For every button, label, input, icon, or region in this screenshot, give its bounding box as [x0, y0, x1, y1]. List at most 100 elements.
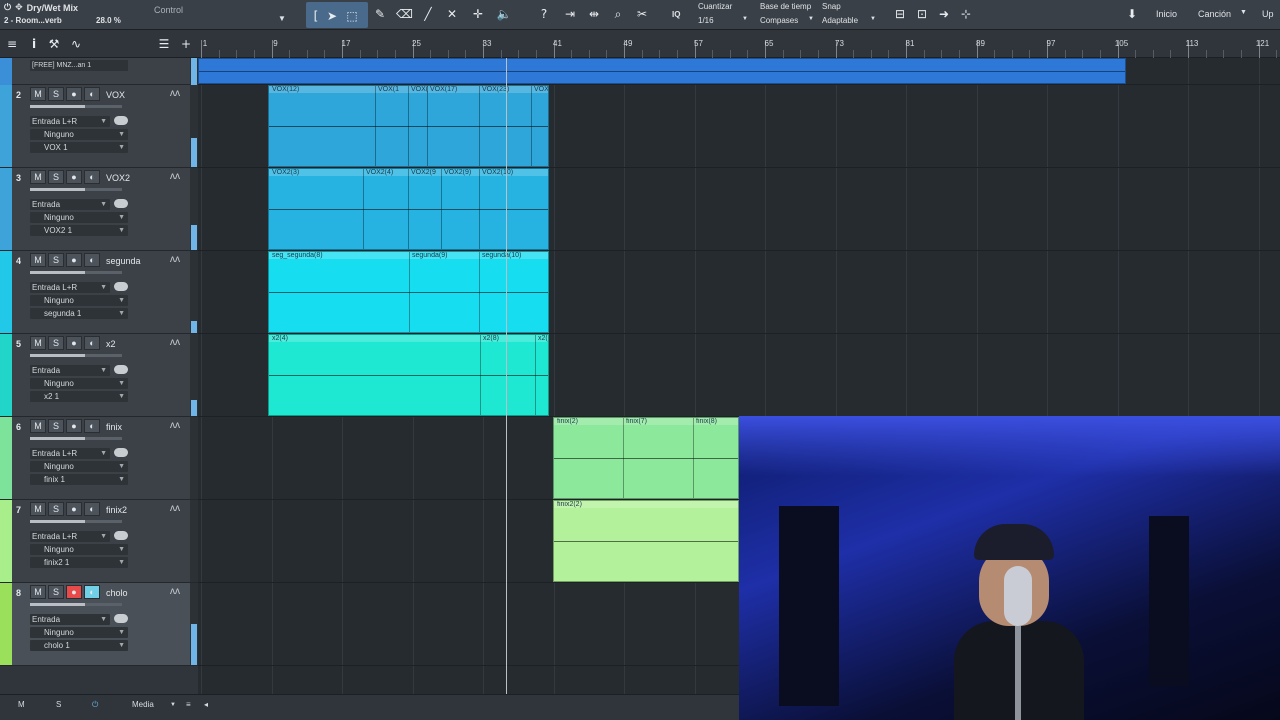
waveform-icon[interactable]: ʌʌ: [170, 420, 180, 431]
input-select[interactable]: Entrada L+R ▼: [30, 448, 110, 459]
solo-button[interactable]: S: [48, 336, 64, 350]
eraser-tool-icon[interactable]: ⌫: [396, 6, 413, 22]
monitor-toggle-icon[interactable]: [114, 365, 128, 374]
chevron-down-icon[interactable]: ▼: [742, 16, 748, 22]
media-select[interactable]: Media: [132, 700, 154, 709]
layer-select[interactable]: cholo 1 ▼: [30, 640, 128, 651]
loop-icon[interactable]: ⇥: [562, 6, 578, 22]
zoom-icon[interactable]: ⌕: [610, 6, 626, 22]
event-split[interactable]: [427, 86, 428, 166]
chevron-down-icon[interactable]: ▼: [808, 16, 814, 22]
track-name[interactable]: cholo: [106, 588, 128, 598]
mute-button[interactable]: M: [30, 585, 46, 599]
input-select[interactable]: Entrada ▼: [30, 365, 110, 376]
track-name[interactable]: VOX: [106, 90, 125, 100]
track-name[interactable]: segunda: [106, 256, 141, 266]
record-button[interactable]: ●: [66, 502, 82, 516]
scroll-left-icon[interactable]: ◂: [204, 700, 208, 709]
volume-fader[interactable]: [30, 437, 122, 440]
playhead[interactable]: [506, 58, 507, 694]
volume-fader[interactable]: [30, 520, 122, 523]
waveform-icon[interactable]: ʌʌ: [170, 171, 180, 182]
bend-tool-icon[interactable]: ✛: [470, 6, 486, 22]
record-button[interactable]: ●: [66, 87, 82, 101]
listen-tool-icon[interactable]: 🔈: [496, 6, 512, 22]
waveform-icon[interactable]: ʌʌ: [170, 254, 180, 265]
output-select[interactable]: Ninguno ▼: [30, 544, 128, 555]
mute-button[interactable]: M: [30, 502, 46, 516]
preset-name[interactable]: 2 - Room...verb: [4, 16, 62, 25]
input-select[interactable]: Entrada L+R ▼: [30, 116, 110, 127]
layer-select[interactable]: x2 1 ▼: [30, 391, 128, 402]
event-split[interactable]: [408, 169, 409, 249]
menu-icon[interactable]: ≡: [4, 36, 20, 52]
solo-button[interactable]: S: [48, 170, 64, 184]
track-list-empty-area[interactable]: [0, 666, 198, 694]
layer-select[interactable]: [FREE] MNZ...an 1: [30, 60, 128, 71]
record-button[interactable]: ●: [66, 336, 82, 350]
mute-button[interactable]: M: [30, 419, 46, 433]
audio-event-finix2[interactable]: finix2(2): [553, 500, 739, 582]
layer-select[interactable]: finix2 1 ▼: [30, 557, 128, 568]
event-split[interactable]: [693, 418, 694, 498]
input-select[interactable]: Entrada L+R ▼: [30, 282, 110, 293]
volume-fader[interactable]: [30, 603, 122, 606]
monitor-button[interactable]: ◐: [84, 502, 100, 516]
chevron-down-icon[interactable]: ▼: [870, 16, 876, 22]
solo-button[interactable]: S: [48, 502, 64, 516]
monitor-toggle-icon[interactable]: [114, 199, 128, 208]
monitor-toggle-icon[interactable]: [114, 614, 128, 623]
pencil-tool-icon[interactable]: ✎: [372, 6, 388, 22]
upload-button[interactable]: Up: [1262, 9, 1274, 19]
record-button[interactable]: ●: [66, 170, 82, 184]
output-select[interactable]: Ninguno ▼: [30, 295, 128, 306]
iq-button[interactable]: IQ: [672, 10, 680, 19]
mute-button[interactable]: M: [30, 336, 46, 350]
chevron-down-icon[interactable]: ▼: [278, 14, 286, 23]
mute-tool-icon[interactable]: ✥: [15, 3, 23, 13]
solo-button[interactable]: S: [48, 419, 64, 433]
event-split[interactable]: [623, 418, 624, 498]
mute-button[interactable]: M: [30, 170, 46, 184]
audio-event-finix[interactable]: finix(2) finix(7) finix(8): [553, 417, 739, 499]
record-button[interactable]: ●: [66, 585, 82, 599]
quantize-select[interactable]: 1/16: [698, 16, 714, 25]
list-icon[interactable]: ≡: [186, 700, 191, 709]
monitor-toggle-icon[interactable]: [114, 531, 128, 540]
output-select[interactable]: Ninguno ▼: [30, 461, 128, 472]
snap-select[interactable]: Adaptable: [822, 16, 858, 25]
waveform-icon[interactable]: ʌʌ: [170, 88, 180, 99]
track-header-vox[interactable]: 2 M S ● ◐ VOX ʌʌ Entrada L+R ▼ Ninguno ▼ V…: [0, 85, 198, 168]
mix-percent[interactable]: 28.0 %: [96, 16, 121, 25]
mute-toggle-icon[interactable]: ⏻: [4, 3, 11, 13]
mute-button[interactable]: M: [30, 87, 46, 101]
chevron-down-icon[interactable]: ▼: [1240, 9, 1247, 16]
monitor-button[interactable]: ◐: [84, 253, 100, 267]
range-tool-icon[interactable]: ⬚: [344, 8, 360, 24]
layer-select[interactable]: finix 1 ▼: [30, 474, 128, 485]
timeline-ruler[interactable]: 1 9 17 25 33 41 49 57 65 73 81 89 97 105 113 121: [198, 30, 1280, 58]
track-header-finix2[interactable]: 7 M S ● ◐ finix2 ʌʌ Entrada L+R ▼ Ninguno…: [0, 500, 198, 583]
fit-icon[interactable]: ⊡: [914, 6, 930, 22]
event-split[interactable]: [408, 86, 409, 166]
event-split[interactable]: [535, 335, 536, 415]
input-select[interactable]: Entrada ▼: [30, 614, 110, 625]
monitor-toggle-icon[interactable]: [114, 282, 128, 291]
solo-all-button[interactable]: S: [56, 700, 61, 709]
control-label[interactable]: Control: [154, 5, 183, 15]
track-header-segunda[interactable]: 4 M S ● ◐ segunda ʌʌ Entrada L+R ▼ Ningun…: [0, 251, 198, 334]
layer-select[interactable]: VOX 1 ▼: [30, 142, 128, 153]
event-split[interactable]: [480, 335, 481, 415]
add-icon[interactable]: +: [178, 36, 194, 52]
solo-button[interactable]: S: [48, 253, 64, 267]
event-split[interactable]: [479, 169, 480, 249]
event-split[interactable]: [479, 252, 480, 332]
volume-fader[interactable]: [30, 271, 122, 274]
monitor-button[interactable]: ◐: [84, 585, 100, 599]
solo-button[interactable]: S: [48, 585, 64, 599]
inicio-button[interactable]: Inicio: [1156, 9, 1177, 19]
punch-icon[interactable]: ⇹: [586, 6, 602, 22]
track-header-vox2[interactable]: 3 M S ● ◐ VOX2 ʌʌ Entrada ▼ Ninguno ▼ VOX2…: [0, 168, 198, 251]
record-button[interactable]: ●: [66, 253, 82, 267]
track-name[interactable]: VOX2: [106, 173, 130, 183]
